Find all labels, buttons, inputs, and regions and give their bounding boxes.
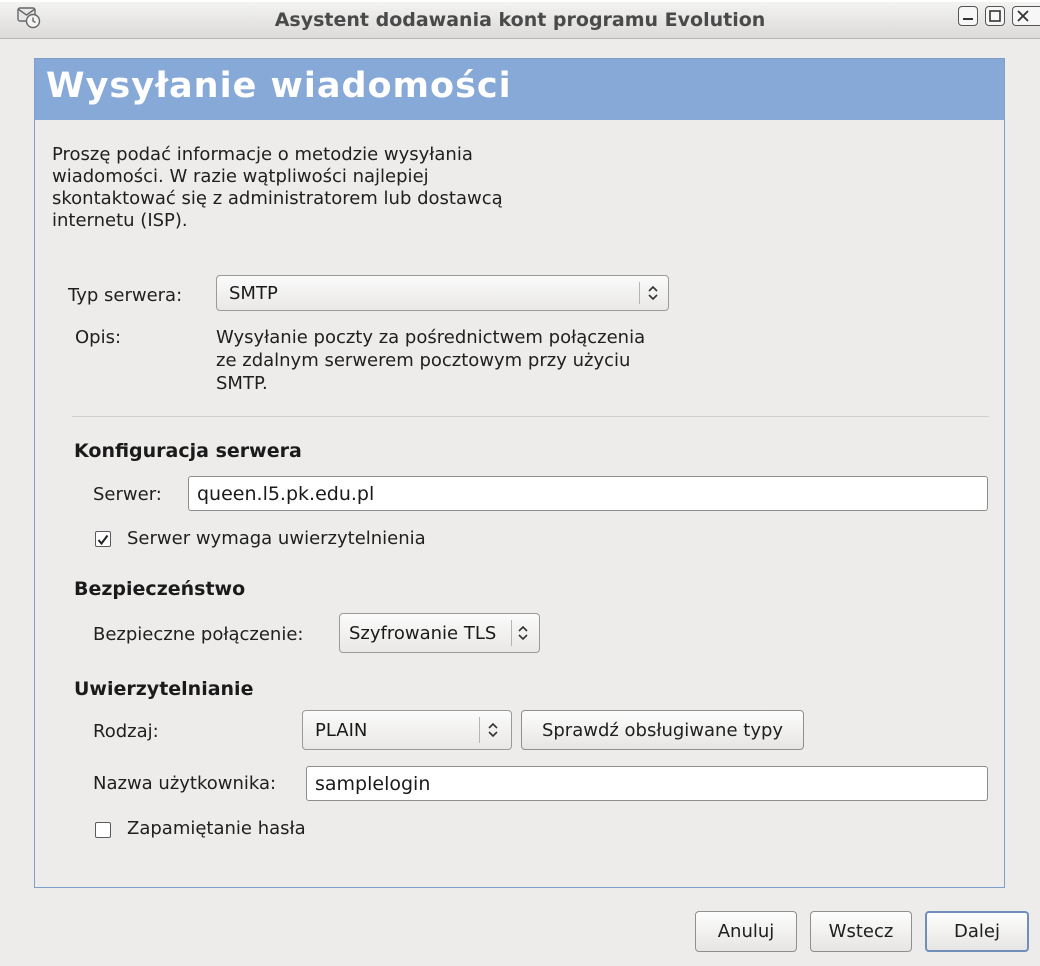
updown-arrow-icon xyxy=(516,614,530,652)
description-line-3: SMTP. xyxy=(216,373,268,394)
server-input[interactable]: queen.l5.pk.edu.pl xyxy=(188,476,988,511)
auth-required-checkbox[interactable] xyxy=(95,531,111,547)
back-button[interactable]: Wstecz xyxy=(810,911,912,952)
authentication-heading: Uwierzytelnianie xyxy=(74,678,254,700)
auth-type-label: Rodzaj: xyxy=(93,721,159,742)
combo-separator xyxy=(639,282,640,304)
remember-password-checkbox[interactable] xyxy=(95,822,111,838)
username-input[interactable]: samplelogin xyxy=(306,766,988,801)
server-type-select[interactable]: SMTP xyxy=(216,275,669,311)
intro-line-1: Proszę podać informacje o metodzie wysył… xyxy=(52,144,473,165)
intro-line-2: wiadomości. W razie wątpliwości najlepie… xyxy=(52,166,429,187)
server-type-label: Typ serwera: xyxy=(68,285,183,306)
updown-arrow-icon xyxy=(486,711,500,749)
next-button[interactable]: Dalej xyxy=(925,911,1029,952)
security-heading: Bezpieczeństwo xyxy=(74,578,246,600)
close-icon[interactable] xyxy=(1012,6,1040,26)
intro-line-3: skontaktować się z administratorem lub d… xyxy=(52,188,503,209)
auth-type-value: PLAIN xyxy=(315,719,368,741)
page-heading: Wysyłanie wiadomości xyxy=(46,66,512,106)
secure-connection-select[interactable]: Szyfrowanie TLS xyxy=(339,613,540,653)
description-line-2: ze zdalnym serwerem pocztowym przy użyci… xyxy=(216,350,631,371)
remember-password-label[interactable]: Zapamiętanie hasła xyxy=(127,818,306,840)
username-label: Nazwa użytkownika: xyxy=(93,773,277,794)
cancel-button[interactable]: Anuluj xyxy=(695,911,797,952)
check-supported-types-button[interactable]: Sprawdź obsługiwane typy xyxy=(521,710,804,750)
updown-arrow-icon xyxy=(646,276,660,310)
description-line-1: Wysyłanie poczty za pośrednictwem połącz… xyxy=(216,327,646,348)
separator xyxy=(72,416,989,417)
secure-connection-value: Szyfrowanie TLS xyxy=(349,622,497,644)
minimize-icon[interactable] xyxy=(958,6,978,26)
window-title: Asystent dodawania kont programu Evoluti… xyxy=(274,9,766,31)
intro-line-4: internetu (ISP). xyxy=(52,210,188,231)
combo-separator xyxy=(479,717,480,743)
maximize-icon[interactable] xyxy=(985,6,1005,26)
server-type-value: SMTP xyxy=(229,282,278,304)
auth-required-label[interactable]: Serwer wymaga uwierzytelnienia xyxy=(127,528,426,550)
server-label: Serwer: xyxy=(93,484,162,505)
server-config-heading: Konfiguracja serwera xyxy=(74,440,302,462)
secure-connection-label: Bezpieczne połączenie: xyxy=(93,624,304,645)
combo-separator xyxy=(511,620,512,646)
description-label: Opis: xyxy=(75,327,122,348)
auth-type-select[interactable]: PLAIN xyxy=(302,710,512,750)
